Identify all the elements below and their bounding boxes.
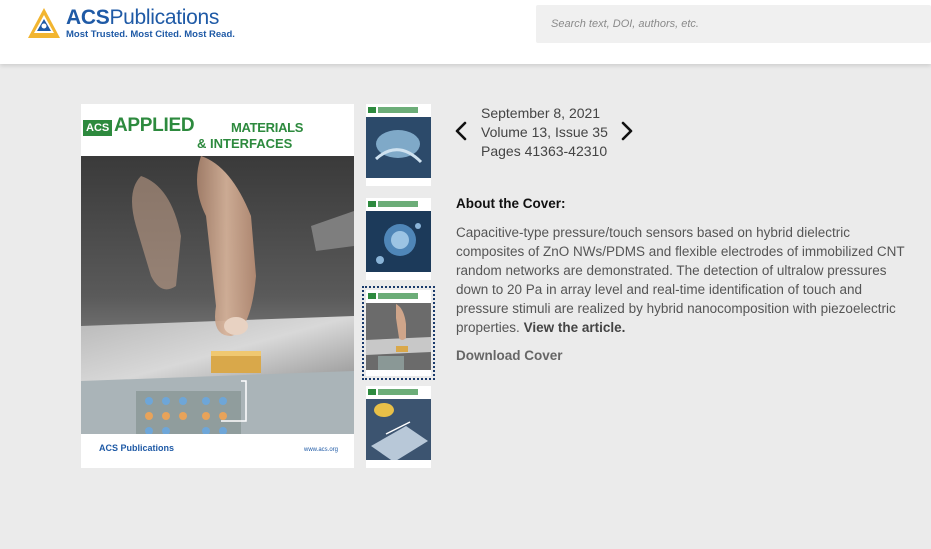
thumb-cover-4-image bbox=[366, 386, 431, 468]
about-cover-text: Capacitive-type pressure/touch sensors b… bbox=[456, 225, 905, 335]
cover-title-interfaces: & INTERFACES bbox=[197, 136, 293, 151]
thumb-cover-2-image bbox=[366, 198, 431, 280]
issue-pages: Pages 41363-42310 bbox=[481, 143, 608, 159]
download-cover-link[interactable]: Download Cover bbox=[456, 348, 563, 363]
issue-info: September 8, 2021 Volume 13, Issue 35 Pa… bbox=[481, 104, 608, 161]
issue-date: September 8, 2021 bbox=[481, 105, 601, 121]
thumb-cover-3-image bbox=[366, 290, 431, 376]
cover-footer-logo: ACS Publications bbox=[99, 443, 175, 453]
search-box[interactable] bbox=[536, 5, 931, 43]
logo-wordmark: ACSPublications bbox=[66, 6, 220, 29]
acs-logo[interactable]: ACSPublications Most Trusted. Most Cited… bbox=[26, 7, 235, 41]
next-issue-chevron-right-icon[interactable] bbox=[617, 118, 637, 144]
view-article-link[interactable]: View the article. bbox=[524, 320, 626, 335]
about-cover-description: Capacitive-type pressure/touch sensors b… bbox=[456, 223, 906, 337]
cover-footer-url: www.acs.org bbox=[303, 447, 338, 453]
site-header: ACSPublications Most Trusted. Most Cited… bbox=[0, 0, 931, 64]
cover-photo-finger-sensor bbox=[81, 156, 354, 468]
thumb-cover-3[interactable] bbox=[366, 290, 431, 376]
acs-emblem-icon bbox=[28, 8, 60, 38]
issue-volume: Volume 13, Issue 35 bbox=[481, 124, 608, 140]
cover-masthead: ACS APPLIED MATERIALS & INTERFACES bbox=[81, 104, 354, 156]
thumb-cover-2[interactable] bbox=[366, 198, 431, 280]
thumb-cover-1[interactable] bbox=[366, 104, 431, 186]
thumb-cover-1-image bbox=[366, 104, 431, 186]
thumb-cover-4[interactable] bbox=[366, 386, 431, 468]
cover-footer: ACS Publications www.acs.org bbox=[81, 434, 354, 468]
main-cover-image: ACS APPLIED MATERIALS & INTERFACES ACS P… bbox=[81, 104, 354, 468]
about-cover-heading: About the Cover: bbox=[456, 196, 566, 211]
prev-issue-chevron-left-icon[interactable] bbox=[451, 118, 471, 144]
cover-title-materials: MATERIALS bbox=[231, 120, 304, 135]
cover-title-applied: APPLIED bbox=[114, 115, 195, 136]
search-input[interactable] bbox=[536, 5, 931, 43]
cover-acs-badge: ACS bbox=[83, 120, 113, 136]
logo-tagline: Most Trusted. Most Cited. Most Read. bbox=[66, 29, 235, 40]
